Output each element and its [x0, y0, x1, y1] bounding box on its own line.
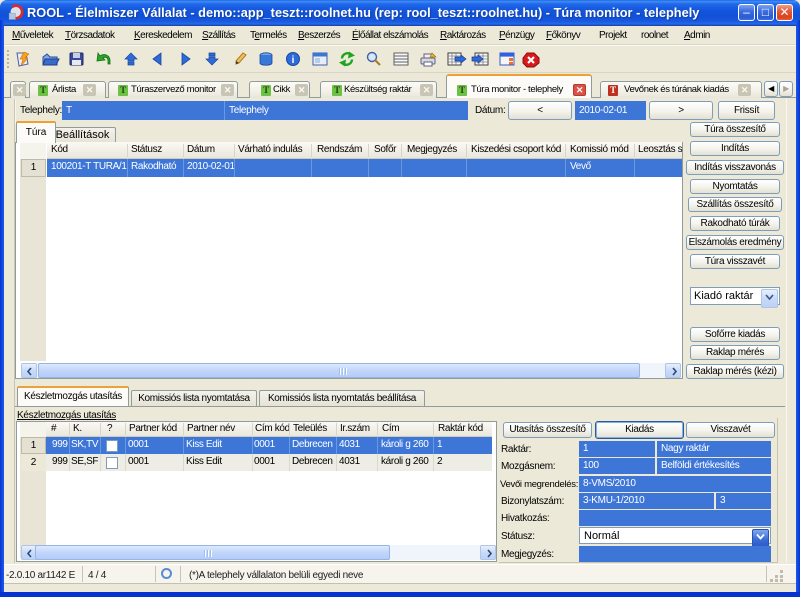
svg-text:i: i	[292, 55, 295, 66]
